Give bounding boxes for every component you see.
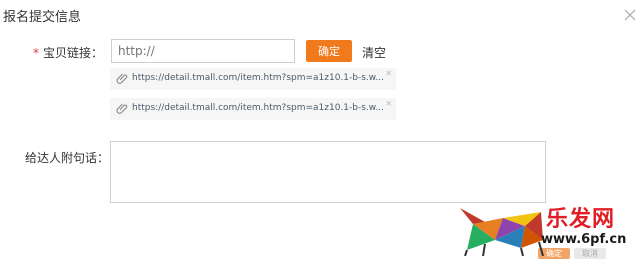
watermark-url: www.6pf.cn	[541, 232, 627, 247]
link-item: https://detail.tmall.com/item.htm?spm=a1…	[110, 68, 396, 90]
close-icon[interactable]	[623, 8, 637, 22]
link-item: https://detail.tmall.com/item.htm?spm=a1…	[110, 98, 396, 120]
clear-button[interactable]: 清空	[362, 44, 386, 61]
watermark-title: 乐发网	[546, 206, 616, 232]
remove-link-icon[interactable]: ✕	[385, 69, 392, 78]
dialog-title: 报名提交信息	[3, 10, 82, 25]
paperclip-icon	[116, 73, 128, 84]
message-textarea[interactable]	[110, 141, 546, 203]
required-mark: *	[33, 46, 39, 60]
link-input[interactable]	[111, 39, 295, 63]
link-url[interactable]: https://detail.tmall.com/item.htm?spm=a1…	[132, 73, 384, 83]
link-label: * 宝贝链接：	[33, 44, 103, 61]
link-label-text: 宝贝链接：	[43, 46, 104, 60]
link-url[interactable]: https://detail.tmall.com/item.htm?spm=a1…	[132, 103, 384, 113]
paperclip-icon	[116, 103, 128, 114]
message-label: 给达人附句话：	[25, 151, 110, 165]
confirm-button[interactable]: 确定	[306, 40, 352, 62]
remove-link-icon[interactable]: ✕	[385, 99, 392, 108]
